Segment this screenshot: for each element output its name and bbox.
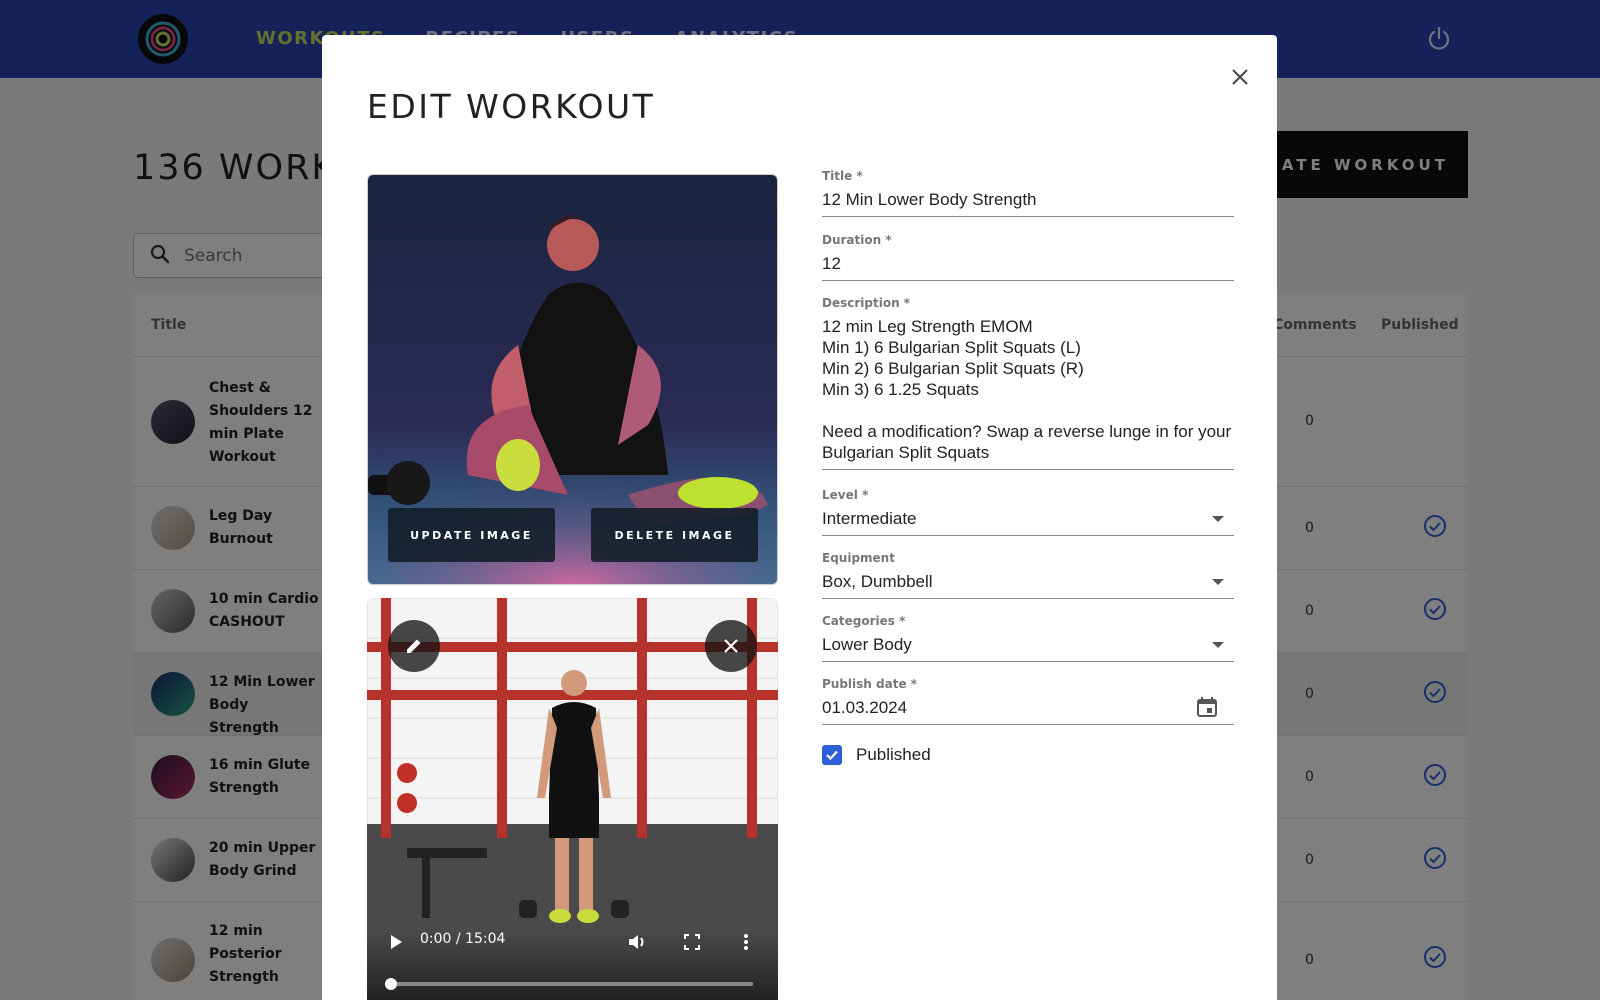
title-input[interactable]: 12 Min Lower Body Strength	[822, 189, 1234, 216]
chevron-down-icon[interactable]	[1212, 642, 1224, 648]
title-field[interactable]: Title * 12 Min Lower Body Strength	[822, 169, 1234, 217]
close-icon[interactable]	[1226, 63, 1254, 91]
duration-field[interactable]: Duration * 12	[822, 233, 1234, 281]
calendar-icon[interactable]	[1196, 696, 1218, 718]
video-progress-bar[interactable]	[385, 978, 753, 990]
description-field[interactable]: Description * 12 min Leg Strength EMOM M…	[822, 296, 1234, 470]
checkmark-icon	[826, 750, 838, 761]
title-label: Title *	[822, 169, 863, 183]
equipment-label: Equipment	[822, 551, 895, 565]
fullscreen-icon[interactable]	[681, 931, 703, 953]
update-image-button[interactable]: UPDATE IMAGE	[388, 508, 555, 562]
workout-cover-image: UPDATE IMAGE DELETE IMAGE	[367, 174, 778, 585]
level-value[interactable]: Intermediate	[822, 508, 1234, 535]
level-label: Level *	[822, 488, 869, 502]
pencil-icon	[407, 639, 421, 653]
edit-video-button[interactable]	[388, 620, 440, 672]
publish-date-field[interactable]: Publish date * 01.03.2024	[822, 677, 1234, 725]
published-checkbox[interactable]	[822, 745, 842, 765]
categories-select[interactable]: Categories * Lower Body	[822, 614, 1234, 662]
chevron-down-icon[interactable]	[1212, 579, 1224, 585]
chevron-down-icon[interactable]	[1212, 516, 1224, 522]
volume-icon[interactable]	[627, 931, 649, 953]
description-textarea[interactable]: 12 min Leg Strength EMOM Min 1) 6 Bulgar…	[822, 316, 1234, 469]
more-options-icon[interactable]	[735, 931, 757, 953]
play-icon[interactable]	[385, 931, 407, 953]
equipment-value[interactable]: Box, Dumbbell	[822, 571, 1234, 598]
video-time: 0:00 / 15:04	[420, 931, 506, 947]
published-label: Published	[856, 745, 931, 764]
close-icon	[724, 639, 738, 653]
duration-label: Duration *	[822, 233, 892, 247]
edit-workout-dialog: EDIT WORKOUT UPDATE IMAGE DELETE IMAGE 0…	[322, 35, 1277, 1000]
equipment-select[interactable]: Equipment Box, Dumbbell	[822, 551, 1234, 599]
workout-video-player[interactable]: 0:00 / 15:04	[367, 598, 778, 1000]
dialog-title: EDIT WORKOUT	[367, 87, 656, 126]
categories-label: Categories *	[822, 614, 906, 628]
level-select[interactable]: Level * Intermediate	[822, 488, 1234, 536]
published-toggle[interactable]: Published	[822, 745, 931, 765]
publish-date-label: Publish date *	[822, 677, 918, 691]
video-progress-handle[interactable]	[385, 978, 397, 990]
categories-value[interactable]: Lower Body	[822, 634, 1234, 661]
remove-video-button[interactable]	[705, 620, 757, 672]
delete-image-button[interactable]: DELETE IMAGE	[591, 508, 758, 562]
publish-date-input[interactable]: 01.03.2024	[822, 697, 1234, 724]
duration-input[interactable]: 12	[822, 253, 1234, 280]
description-label: Description *	[822, 296, 911, 310]
